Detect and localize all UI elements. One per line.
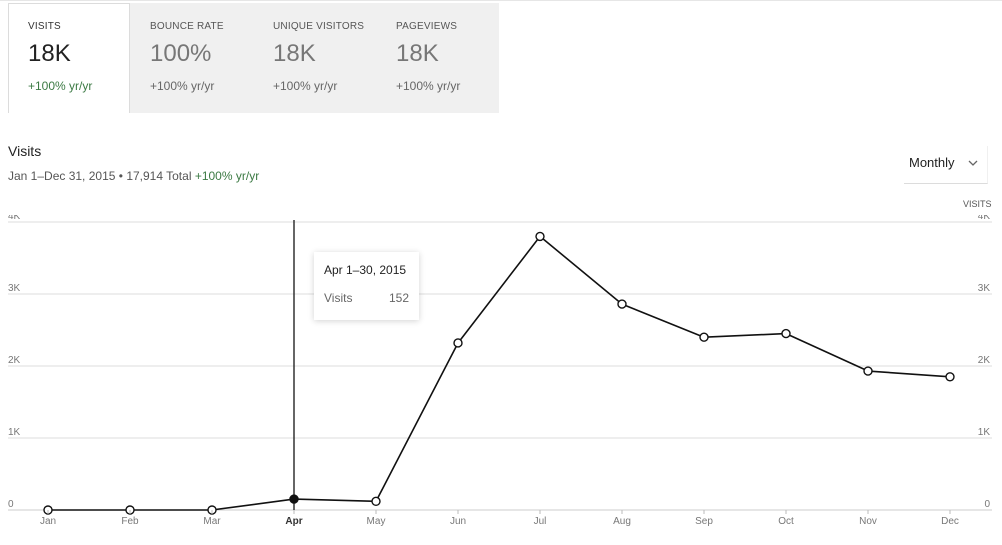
chart-title: Visits xyxy=(8,143,42,159)
tab-label: BOUNCE RATE xyxy=(150,21,224,32)
data-point xyxy=(863,366,873,376)
y-tick-label: 0 xyxy=(984,499,990,510)
tab-visits[interactable]: VISITS 18K +100% yr/yr xyxy=(8,3,130,113)
chevron-down-icon xyxy=(968,160,978,166)
tooltip-row: Visits 152 xyxy=(324,291,409,305)
tab-label: VISITS xyxy=(28,21,61,32)
x-tick-label: Aug xyxy=(613,516,631,527)
x-tick-label: Jan xyxy=(40,516,56,527)
y-tick-label: 2K xyxy=(8,355,21,366)
yoy-change: +100% yr/yr xyxy=(194,169,260,183)
chart-subtitle: Jan 1–Dec 31, 2015 • 17,914 Total +100% … xyxy=(8,169,259,183)
x-tick-label: Dec xyxy=(941,516,959,527)
x-tick-label: May xyxy=(367,516,386,527)
x-axis: Jan Feb Mar Apr May Jun Jul Aug Sep Oct Nov Dec xyxy=(40,510,959,527)
y-tick-label: 3K xyxy=(978,283,991,294)
data-point xyxy=(289,494,299,504)
tab-value: 100% xyxy=(150,40,212,67)
tooltip-metric: Visits xyxy=(324,291,353,305)
tab-pageviews[interactable]: PAGEVIEWS 18K +100% yr/yr xyxy=(376,3,499,113)
x-tick-label: Mar xyxy=(203,516,221,527)
y-tick-label: 3K xyxy=(8,283,21,294)
chart-tooltip: Apr 1–30, 2015 Visits 152 xyxy=(314,252,419,320)
x-tick-label: Jun xyxy=(450,516,466,527)
tab-label: UNIQUE VISITORS xyxy=(273,21,365,32)
x-tick-label: Feb xyxy=(121,516,139,527)
date-range: Jan 1–Dec 31, 2015 xyxy=(8,169,116,183)
data-point xyxy=(617,299,627,309)
tooltip-title: Apr 1–30, 2015 xyxy=(324,263,407,277)
period-select[interactable]: Monthly xyxy=(904,146,988,184)
period-select-value: Monthly xyxy=(909,155,955,170)
y-tick-label: 4K xyxy=(978,215,991,222)
x-tick-label: Oct xyxy=(778,516,794,527)
tab-unique-visitors[interactable]: UNIQUE VISITORS 18K +100% yr/yr xyxy=(253,3,376,113)
tab-change: +100% yr/yr xyxy=(396,79,461,93)
y-tick-label: 2K xyxy=(978,355,991,366)
series-line xyxy=(48,235,951,511)
tab-label: PAGEVIEWS xyxy=(396,21,458,32)
total-visits: 17,914 Total xyxy=(126,169,192,183)
data-point xyxy=(453,338,463,348)
visits-series xyxy=(43,231,955,515)
data-point xyxy=(781,328,791,339)
y-tick-label: 1K xyxy=(978,427,991,438)
tab-value: 18K xyxy=(396,40,439,67)
tooltip-value: 152 xyxy=(388,291,409,305)
separator: • xyxy=(118,169,123,183)
chart-grid xyxy=(8,221,992,511)
tab-change: +100% yr/yr xyxy=(28,79,93,93)
x-tick-label: Apr xyxy=(285,516,302,527)
x-tick-label: Nov xyxy=(859,516,877,527)
data-point xyxy=(535,231,545,242)
y-axis-left: 0 1K 2K 3K 4K xyxy=(8,215,21,510)
tab-value: 18K xyxy=(273,40,316,67)
data-point xyxy=(699,332,709,342)
data-point xyxy=(945,372,955,382)
tab-bounce-rate[interactable]: BOUNCE RATE 100% +100% yr/yr xyxy=(130,3,253,113)
visits-line-chart: 0 1K 2K 3K 4K 0 1K 2K 3K 4K Jan Feb Mar Apr May Jun Ju… xyxy=(8,215,992,527)
data-point xyxy=(371,496,381,507)
tab-value: 18K xyxy=(28,40,71,67)
top-border xyxy=(0,0,1002,1)
metric-tabs: VISITS 18K +100% yr/yr BOUNCE RATE 100% … xyxy=(8,3,499,113)
y-tick-label: 1K xyxy=(8,427,21,438)
y-tick-label: 4K xyxy=(8,215,21,222)
x-tick-label: Sep xyxy=(695,516,713,527)
y-tick-label: 0 xyxy=(8,499,14,510)
tab-change: +100% yr/yr xyxy=(273,79,338,93)
right-axis-title: VISITS xyxy=(963,199,992,209)
x-tick-label: Jul xyxy=(534,516,547,527)
tab-change: +100% yr/yr xyxy=(150,79,215,93)
y-axis-right: 0 1K 2K 3K 4K xyxy=(978,215,991,510)
